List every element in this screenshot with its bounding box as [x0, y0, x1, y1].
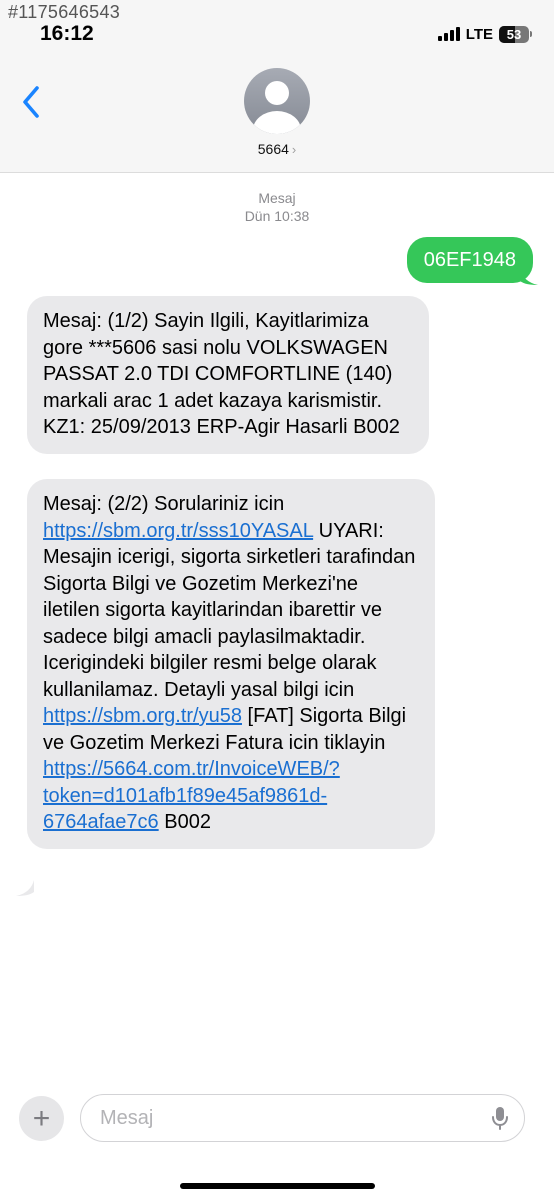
message-link[interactable]: https://sbm.org.tr/sss10YASAL	[43, 520, 313, 542]
contact-avatar[interactable]	[244, 68, 310, 134]
contact-name: 5664	[257, 141, 289, 157]
incoming-message-bubble[interactable]: Mesaj: (2/2) Sorulariniz icin https://sb…	[27, 479, 435, 849]
plus-button[interactable]: +	[19, 1096, 64, 1141]
message-text-part: UYARI: Mesajin icerigi, sigorta sirketle…	[43, 519, 416, 701]
message-input-field[interactable]	[80, 1094, 525, 1142]
conversation-header: #1175646543 16:12 LTE 53 5664 ›	[0, 0, 554, 173]
watermark-text: #1175646543	[8, 2, 121, 22]
microphone-icon[interactable]	[490, 1105, 510, 1131]
incoming-message-bubble[interactable]: Mesaj: (1/2) Sayin Ilgili, Kayitlarimiza…	[27, 296, 429, 454]
chevron-right-icon: ›	[291, 142, 297, 157]
message-text-part: B002	[158, 811, 211, 833]
network-type: LTE	[465, 25, 493, 43]
message-link[interactable]: https://sbm.org.tr/yu58	[43, 705, 242, 727]
message-timestamp: Mesaj Dün 10:38	[0, 189, 554, 225]
outgoing-bubble-tail	[520, 269, 538, 285]
status-time: 16:12	[40, 22, 94, 45]
timestamp-label: Mesaj	[258, 190, 296, 206]
incoming-message-text: Mesaj: (1/2) Sayin Ilgili, Kayitlarimiza…	[43, 310, 400, 438]
message-input[interactable]	[98, 1105, 490, 1131]
incoming-bubble-tail	[16, 880, 34, 896]
battery-tip	[530, 31, 532, 37]
outgoing-message-bubble[interactable]: 06EF1948	[406, 237, 533, 283]
back-button[interactable]	[18, 82, 48, 122]
person-silhouette-icon	[253, 81, 301, 134]
contact-name-button[interactable]: 5664 ›	[0, 141, 554, 157]
home-indicator[interactable]	[180, 1183, 375, 1189]
chevron-left-icon	[23, 86, 39, 118]
message-text-part: Mesaj: (2/2) Sorulariniz icin	[43, 493, 285, 515]
battery-level: 53	[506, 26, 522, 42]
battery-icon: 53	[499, 25, 529, 43]
cellular-signal-icon	[437, 27, 460, 41]
plus-icon: +	[32, 1101, 51, 1135]
timestamp-time: Dün 10:38	[244, 208, 310, 224]
status-indicators: LTE 53	[437, 24, 532, 44]
outgoing-message-text: 06EF1948	[423, 249, 516, 271]
